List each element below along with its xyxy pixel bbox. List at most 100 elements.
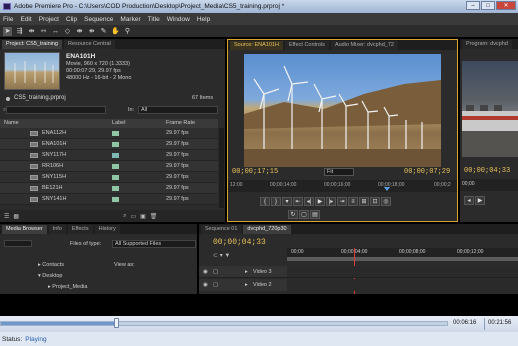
source-current-timecode[interactable]: 00;00;17;15: [232, 168, 278, 176]
slip-tool-icon[interactable]: ⇼: [75, 27, 84, 36]
tab-dvcphd-sequence[interactable]: dvcphd_720p30: [243, 225, 291, 234]
track-lane-video-2[interactable]: [287, 279, 518, 291]
program-current-timecode[interactable]: 00;00;04;33: [464, 167, 510, 175]
track-lane-video-3[interactable]: [287, 266, 518, 278]
tab-sequence-01[interactable]: Sequence 01: [201, 225, 242, 234]
step-back-icon[interactable]: ◂|: [304, 197, 314, 206]
slide-tool-icon[interactable]: ⇻: [87, 27, 96, 36]
play-thumbnail-icon[interactable]: [6, 97, 10, 101]
loop-icon[interactable]: ↻: [288, 210, 298, 219]
track-header-video-2[interactable]: ◉ ▢ ▸ Video 2: [199, 279, 287, 291]
selection-tool-icon[interactable]: ➤: [3, 26, 12, 36]
menu-project[interactable]: Project: [39, 16, 59, 23]
tree-item-desktop[interactable]: ▾ Desktop: [38, 273, 62, 279]
timeline-current-timecode[interactable]: 00;00;04;33: [213, 238, 266, 247]
set-marker-icon[interactable]: ▾: [220, 253, 223, 259]
track-header-video-3[interactable]: ◉ ▢ ▸ Video 3: [199, 266, 287, 278]
list-item[interactable]: ENA101H 29.97 fps: [0, 139, 218, 150]
menu-title[interactable]: Title: [148, 16, 160, 23]
tab-program[interactable]: Program: dvcphd: [462, 40, 512, 49]
expand-track-icon[interactable]: ▸: [245, 282, 248, 288]
drive-select[interactable]: [4, 240, 32, 247]
list-item[interactable]: RR106H 29.97 fps: [0, 161, 218, 172]
delete-icon[interactable]: 🗑: [150, 213, 158, 220]
export-frame-icon[interactable]: ◎: [381, 197, 391, 206]
tree-item-project-media[interactable]: ▸ Project_Media: [48, 284, 87, 290]
minimize-button[interactable]: –: [466, 1, 480, 10]
program-step-back-icon[interactable]: ◂: [464, 196, 474, 205]
tree-item-contacts[interactable]: ▸ Contacts: [38, 262, 64, 268]
output-icon[interactable]: ▤: [310, 210, 320, 219]
track-select-tool-icon[interactable]: ⇶: [15, 27, 24, 36]
playhead-icon[interactable]: [384, 187, 390, 191]
list-item[interactable]: SNY117H 29.97 fps: [0, 150, 218, 161]
list-item[interactable]: ENA112H 29.97 fps: [0, 128, 218, 139]
tab-effects[interactable]: Effects: [67, 225, 93, 234]
menu-help[interactable]: Help: [197, 16, 210, 23]
eye-icon[interactable]: ◉: [203, 269, 208, 275]
menu-clip[interactable]: Clip: [66, 16, 77, 23]
list-item[interactable]: SNY115H 29.97 fps: [0, 172, 218, 183]
safe-margins-icon[interactable]: ▢: [299, 210, 309, 219]
tab-project[interactable]: Project: CS5_training: [2, 40, 62, 49]
seek-track[interactable]: [0, 321, 448, 326]
menu-sequence[interactable]: Sequence: [84, 16, 113, 23]
menu-edit[interactable]: Edit: [20, 16, 31, 23]
ripple-edit-tool-icon[interactable]: ⇹: [27, 27, 36, 36]
tab-info[interactable]: Info: [48, 225, 66, 234]
play-icon[interactable]: ▶: [315, 197, 325, 206]
list-view-icon[interactable]: ☰: [4, 213, 9, 220]
column-label[interactable]: Label: [112, 119, 125, 128]
rate-stretch-tool-icon[interactable]: ↔: [51, 27, 60, 36]
lock-icon[interactable]: ▢: [213, 269, 218, 275]
tab-audio-mixer[interactable]: Audio Mixer: dvcphd_72: [330, 41, 398, 50]
work-area-bar[interactable]: [287, 257, 518, 261]
mark-in-icon[interactable]: {: [260, 197, 270, 206]
go-to-in-icon[interactable]: ⇤: [293, 197, 303, 206]
step-forward-icon[interactable]: |▸: [326, 197, 336, 206]
insert-icon[interactable]: ⊞: [359, 197, 369, 206]
menu-window[interactable]: Window: [167, 16, 190, 23]
tab-effect-controls[interactable]: Effect Controls: [284, 41, 329, 50]
program-play-icon[interactable]: ▶: [475, 196, 485, 205]
source-time-ruler[interactable]: 12:00 00;00;14;00 00;00;16;00 00;00;18;0…: [228, 180, 457, 192]
eye-icon[interactable]: ◉: [203, 282, 208, 288]
hand-tool-icon[interactable]: ✋: [111, 27, 120, 36]
list-item[interactable]: BE121H 29.97 fps: [0, 183, 218, 194]
column-name[interactable]: Name: [4, 119, 19, 128]
sequence-marker-icon[interactable]: ▼: [224, 253, 230, 259]
close-button[interactable]: ✕: [496, 1, 516, 10]
rolling-edit-tool-icon[interactable]: ⇿: [39, 27, 48, 36]
tab-history[interactable]: History: [94, 225, 120, 234]
marker-icon[interactable]: ▾: [282, 197, 292, 206]
seek-thumb[interactable]: [113, 318, 119, 328]
column-frame-rate[interactable]: Frame Rate: [166, 119, 195, 128]
list-scrollbar[interactable]: [219, 128, 224, 208]
menu-marker[interactable]: Marker: [120, 16, 140, 23]
find-icon[interactable]: ⌕: [123, 213, 126, 220]
expand-track-icon[interactable]: ▸: [245, 269, 248, 275]
shuttle-icon[interactable]: ≡: [348, 197, 358, 206]
go-to-out-icon[interactable]: ⇥: [337, 197, 347, 206]
in-filter-select[interactable]: All: [138, 106, 218, 114]
overlay-icon[interactable]: ⊡: [370, 197, 380, 206]
timeline-ruler[interactable]: 00;00 00;00;04;00 00;00;08;00 00;00;12;0…: [287, 248, 518, 257]
lock-icon[interactable]: ▢: [213, 282, 218, 288]
pen-tool-icon[interactable]: ✎: [99, 27, 108, 36]
icon-view-icon[interactable]: ▦: [13, 213, 19, 220]
tab-media-browser[interactable]: Media Browser: [2, 225, 47, 234]
menu-file[interactable]: File: [3, 16, 13, 23]
list-item[interactable]: SNY141H 29.97 fps: [0, 194, 218, 205]
razor-tool-icon[interactable]: ◇: [63, 27, 72, 36]
program-time-ruler[interactable]: 00;00: [460, 179, 518, 191]
zoom-fit-select[interactable]: Fit: [324, 168, 354, 176]
new-bin-icon[interactable]: ▭: [130, 213, 136, 220]
tab-source[interactable]: Source: ENA101H: [230, 41, 283, 50]
new-item-icon[interactable]: ▣: [140, 213, 146, 220]
snap-icon[interactable]: ⊂: [213, 253, 218, 259]
project-search-input[interactable]: [6, 106, 106, 114]
zoom-tool-icon[interactable]: ⚲: [123, 27, 132, 36]
maximize-button[interactable]: □: [481, 1, 495, 10]
tab-resource-central[interactable]: Resource Central: [63, 40, 115, 49]
mark-out-icon[interactable]: }: [271, 197, 281, 206]
